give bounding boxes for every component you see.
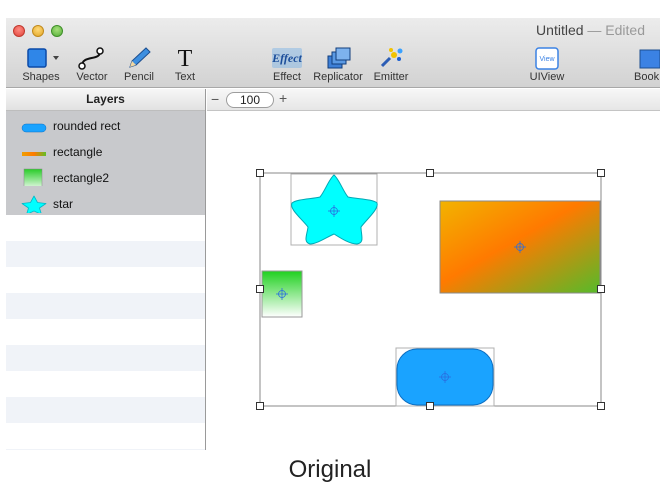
layers-list: rounded rect rectangle rectangle2 star: [6, 111, 205, 215]
layer-item-rectangle[interactable]: rectangle: [6, 141, 205, 167]
layer-item-star[interactable]: star: [6, 193, 205, 219]
close-window-button[interactable]: [13, 25, 25, 37]
svg-text:View: View: [539, 56, 555, 63]
zoom-bar: − 100 +: [207, 89, 660, 111]
emitter-tool-button[interactable]: Emitter: [370, 46, 412, 84]
replicator-tool-button[interactable]: Replicator: [312, 46, 364, 84]
gradient-rect-icon: [23, 168, 43, 186]
rounded-rect-icon: [21, 123, 47, 133]
layer-label: rectangle: [53, 145, 103, 159]
text-label: Text: [174, 71, 196, 83]
caption: Original: [288, 456, 372, 483]
emitter-icon: [380, 48, 403, 68]
document-name: Untitled: [536, 22, 584, 38]
uiview-tool-button[interactable]: View UIView: [528, 46, 566, 84]
rectangle2-shape[interactable]: [261, 270, 303, 318]
effect-tool-button[interactable]: Effect Effect: [266, 46, 308, 84]
pencil-tool-button[interactable]: Pencil: [121, 46, 157, 84]
rounded-rect-shape[interactable]: [395, 347, 495, 407]
shapes-tool-button[interactable]: Shapes: [20, 46, 62, 84]
layer-label: star: [53, 197, 74, 211]
book-tool-button[interactable]: Book: [630, 46, 660, 84]
vector-tool-button[interactable]: Vector: [74, 46, 110, 84]
app-window: Untitled — Edited Shapes Vector Pencil T…: [6, 18, 660, 450]
square-shape-icon: [27, 48, 59, 68]
replicator-label: Replicator: [313, 71, 363, 83]
layer-item-rectangle2[interactable]: rectangle2: [6, 167, 205, 193]
shapes-label: Shapes: [22, 71, 60, 83]
window-title: Untitled — Edited: [536, 22, 645, 38]
canvas-drawing: [256, 169, 605, 410]
layer-label: rounded rect: [53, 119, 121, 133]
zoom-out-button[interactable]: −: [211, 91, 219, 107]
svg-text:T: T: [178, 46, 193, 70]
rectangle-icon: [22, 152, 46, 156]
vector-label: Vector: [76, 71, 108, 83]
vector-pen-icon: [78, 47, 104, 70]
layer-item-rounded-rect[interactable]: rounded rect: [6, 115, 205, 141]
uiview-label: UIView: [529, 71, 565, 83]
pencil-icon: [129, 47, 151, 68]
zoom-level-field[interactable]: 100: [226, 92, 274, 108]
pencil-label: Pencil: [124, 71, 154, 83]
effect-label: Effect: [273, 71, 301, 83]
zoom-window-button[interactable]: [51, 25, 63, 37]
star-shape[interactable]: [290, 173, 378, 246]
book-icon: [639, 49, 660, 69]
text-t-icon: T: [178, 46, 193, 70]
layers-header: Layers: [6, 89, 205, 111]
emitter-label: Emitter: [373, 71, 409, 83]
layers-sidebar: Layers rounded rect rectangle rectangle2…: [6, 89, 206, 450]
book-label: Book: [634, 71, 660, 83]
effect-icon: Effect: [271, 48, 303, 68]
zoom-in-button[interactable]: +: [279, 90, 287, 106]
edited-status: — Edited: [587, 22, 645, 38]
toolbar: Untitled — Edited Shapes Vector Pencil T…: [6, 18, 660, 88]
layers-empty-area: [6, 215, 205, 450]
rectangle-shape[interactable]: [439, 200, 601, 294]
svg-text:Effect: Effect: [271, 51, 302, 65]
replicator-icon: [327, 47, 351, 69]
layer-label: rectangle2: [53, 171, 110, 185]
minimize-window-button[interactable]: [32, 25, 44, 37]
uiview-icon: View: [535, 47, 559, 70]
text-tool-button[interactable]: T Text: [169, 46, 201, 84]
canvas[interactable]: [207, 111, 660, 450]
star-icon: [21, 195, 47, 213]
